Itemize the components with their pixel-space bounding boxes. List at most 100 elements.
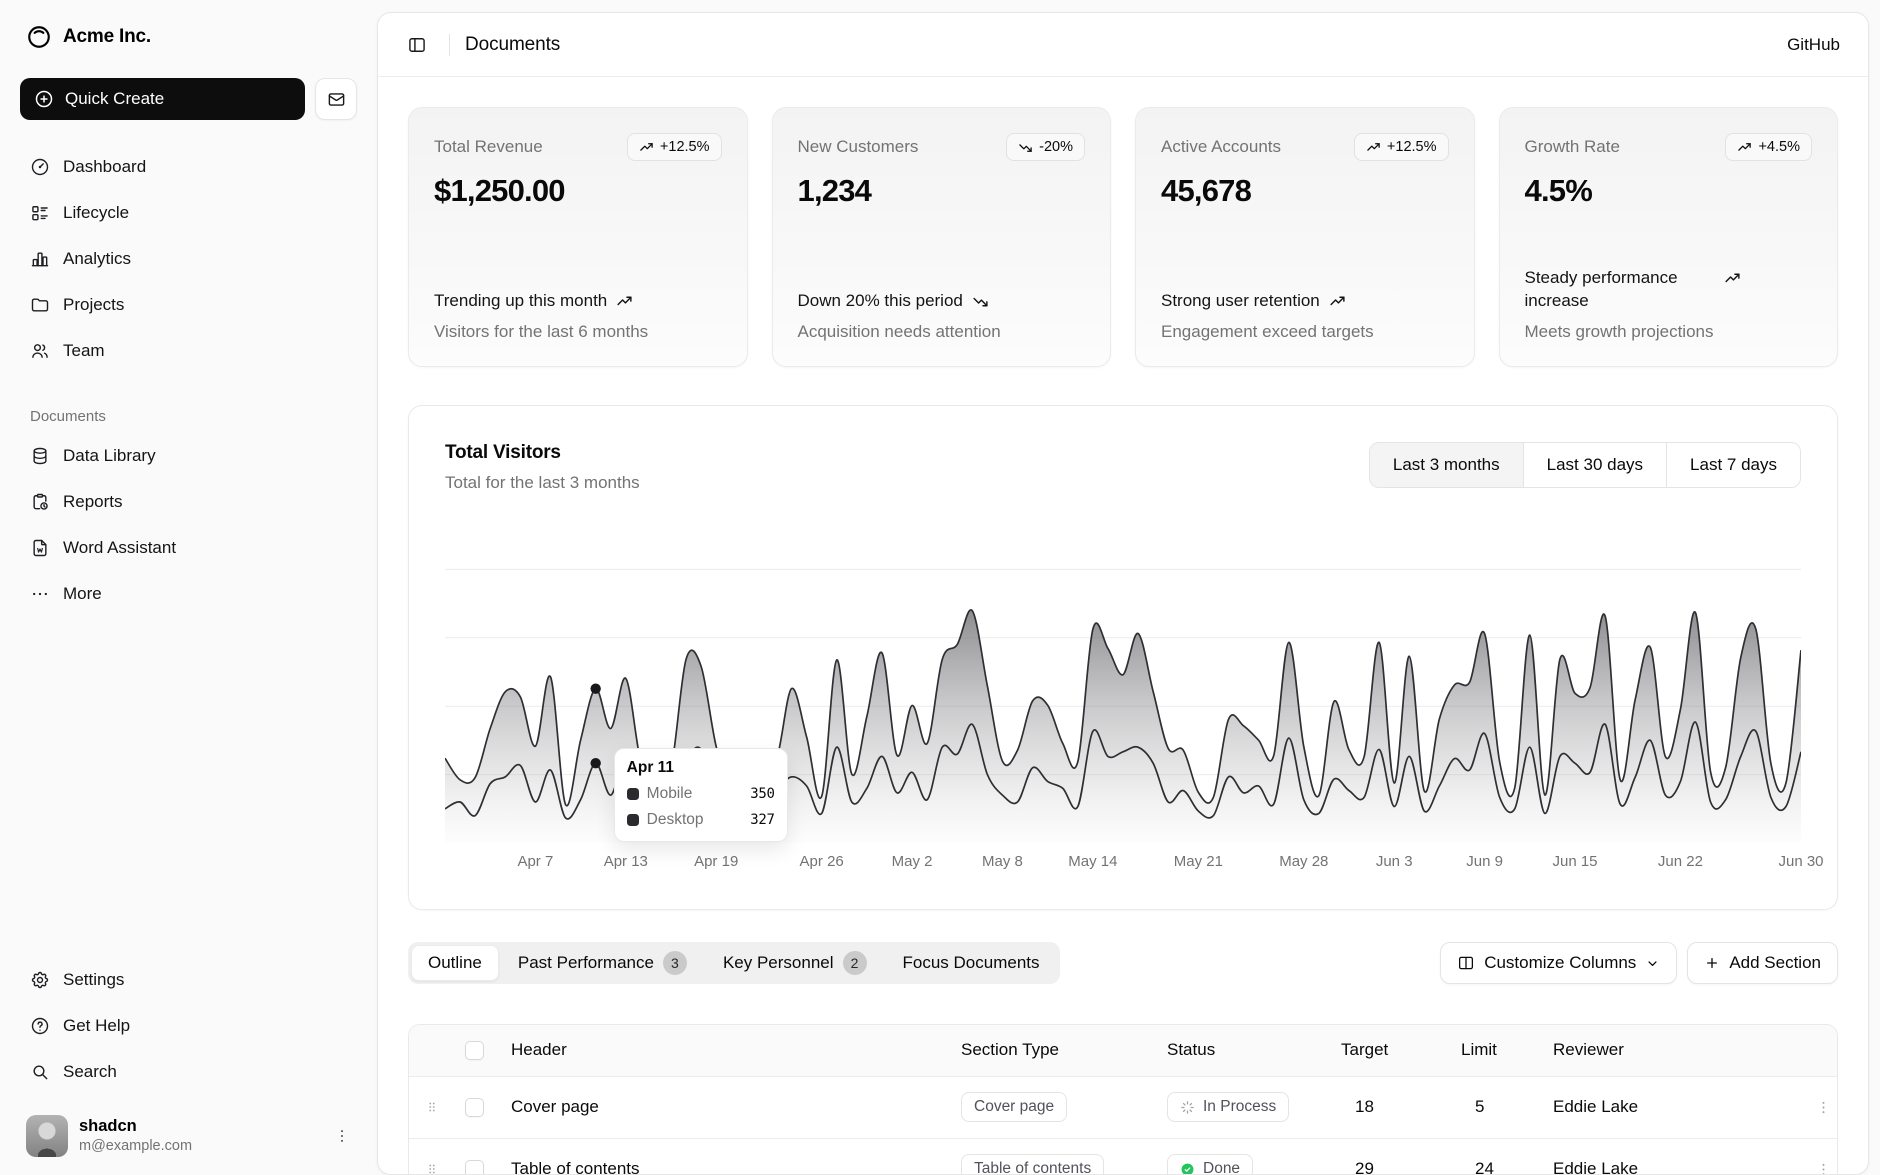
status-label: Done <box>1203 1160 1240 1174</box>
range-last-7-days[interactable]: Last 7 days <box>1667 443 1800 487</box>
sidebar-item-search[interactable]: Search <box>20 1049 357 1095</box>
reviewer-value[interactable]: Eddie Lake <box>1553 1159 1638 1174</box>
stat-cards: Total Revenue +12.5% $1,250.00 Trending … <box>408 107 1838 367</box>
x-tick-label: Apr 26 <box>800 853 844 870</box>
stat-footer-title: Trending up this month <box>434 290 607 313</box>
range-last-30-days[interactable]: Last 30 days <box>1524 443 1667 487</box>
section-type-badge: Table of contents <box>961 1154 1104 1174</box>
dashboard-icon <box>30 157 50 177</box>
select-row-checkbox[interactable] <box>465 1098 484 1117</box>
tab-focus-documents[interactable]: Focus Documents <box>886 945 1057 981</box>
sidebar-item-label: More <box>63 584 102 604</box>
select-all-checkbox[interactable] <box>465 1041 484 1060</box>
sidebar-item-get-help[interactable]: Get Help <box>20 1003 357 1049</box>
stat-card-new-customers: New Customers -20% 1,234 Down 20% this p… <box>772 107 1112 367</box>
tab-count-badge: 3 <box>663 951 687 975</box>
gear-icon <box>30 970 50 990</box>
github-link[interactable]: GitHub <box>1787 35 1840 55</box>
series-label: Mobile <box>647 785 693 803</box>
customize-columns-button[interactable]: Customize Columns <box>1440 942 1677 984</box>
toolbar-actions: Customize Columns Add Section <box>1440 942 1838 984</box>
chart-heading: Total Visitors Total for the last 3 mont… <box>445 442 640 493</box>
report-icon <box>30 492 50 512</box>
sidebar-item-more[interactable]: More <box>20 571 357 617</box>
tab-outline[interactable]: Outline <box>411 945 499 981</box>
target-value[interactable]: 18 <box>1355 1097 1374 1116</box>
x-tick-label: Jun 30 <box>1778 853 1823 870</box>
tab-count-badge: 2 <box>843 951 867 975</box>
sidebar-documents-nav: Data Library Reports Word Assistant More <box>20 433 357 617</box>
grip-vertical-icon <box>425 1161 439 1174</box>
trending-up-icon <box>616 293 633 310</box>
trending-up-icon <box>1737 140 1752 155</box>
table-header-row: Header Section Type Status Target Limit … <box>409 1025 1838 1076</box>
user-name: shadcn <box>79 1118 192 1135</box>
row-menu-button[interactable] <box>1811 1095 1836 1120</box>
limit-value[interactable]: 24 <box>1475 1159 1494 1174</box>
x-tick-label: Jun 15 <box>1552 853 1597 870</box>
stat-label: Growth Rate <box>1525 133 1620 157</box>
stat-value: $1,250.00 <box>434 173 722 209</box>
actions-column-header <box>1799 1025 1838 1076</box>
sidebar-item-label: Lifecycle <box>63 203 129 223</box>
sidebar-item-team[interactable]: Team <box>20 328 357 374</box>
sidebar: Acme Inc. Quick Create Dashboard Lifecyc… <box>0 0 377 1175</box>
tooltip-row-mobile: Mobile 350 <box>627 785 775 803</box>
quick-create-button[interactable]: Quick Create <box>20 78 305 120</box>
range-last-3-months[interactable]: Last 3 months <box>1370 443 1524 487</box>
user-menu[interactable]: shadcn m@example.com <box>20 1109 357 1161</box>
stat-value: 4.5% <box>1525 173 1813 209</box>
series-value: 327 <box>750 812 774 828</box>
sidebar-item-settings[interactable]: Settings <box>20 957 357 1003</box>
sidebar-item-label: Reports <box>63 492 123 512</box>
row-header-link[interactable]: Cover page <box>511 1097 599 1116</box>
status-badge: In Process <box>1167 1092 1289 1122</box>
circle-check-icon <box>1180 1162 1195 1175</box>
tab-past-performance[interactable]: Past Performance 3 <box>501 945 704 981</box>
sidebar-item-label: Word Assistant <box>63 538 176 558</box>
stat-card-total-revenue: Total Revenue +12.5% $1,250.00 Trending … <box>408 107 748 367</box>
sidebar-item-lifecycle[interactable]: Lifecycle <box>20 190 357 236</box>
sidebar-item-reports[interactable]: Reports <box>20 479 357 525</box>
main-panel: Documents GitHub Total Revenue +12.5% $1… <box>377 12 1869 1175</box>
dots-icon <box>30 584 50 604</box>
sidebar-documents-group: Documents Data Library Reports Word Assi… <box>20 374 357 617</box>
drag-handle[interactable] <box>421 1157 443 1174</box>
sidebar-item-projects[interactable]: Projects <box>20 282 357 328</box>
sidebar-toggle-button[interactable] <box>400 28 434 62</box>
column-header: Header <box>499 1025 949 1076</box>
sidebar-item-data-library[interactable]: Data Library <box>20 433 357 479</box>
stat-footer-sub: Acquisition needs attention <box>798 322 1086 342</box>
file-word-icon <box>30 538 50 558</box>
row-header-link[interactable]: Table of contents <box>511 1159 640 1174</box>
add-section-label: Add Section <box>1729 953 1821 973</box>
row-menu-button[interactable] <box>1811 1157 1836 1175</box>
select-row-checkbox[interactable] <box>465 1160 484 1174</box>
sidebar-item-dashboard[interactable]: Dashboard <box>20 144 357 190</box>
x-tick-label: May 14 <box>1068 853 1117 870</box>
tab-key-personnel[interactable]: Key Personnel 2 <box>706 945 884 981</box>
column-header: Status <box>1155 1025 1329 1076</box>
add-section-button[interactable]: Add Section <box>1687 942 1838 984</box>
trending-up-icon <box>1366 140 1381 155</box>
trend-badge: -20% <box>1006 133 1085 161</box>
status-badge: Done <box>1167 1154 1253 1174</box>
header-divider <box>449 34 450 56</box>
area-chart[interactable]: Apr 7Apr 13Apr 19Apr 26May 2May 8May 14M… <box>445 558 1801 875</box>
brand[interactable]: Acme Inc. <box>20 16 357 58</box>
search-icon <box>30 1062 50 1082</box>
visitors-chart-card: Total Visitors Total for the last 3 mont… <box>408 405 1838 910</box>
target-value[interactable]: 29 <box>1355 1159 1374 1174</box>
drag-handle[interactable] <box>421 1095 443 1119</box>
chart-subtitle: Total for the last 3 months <box>445 473 640 493</box>
x-tick-label: Apr 7 <box>517 853 553 870</box>
sidebar-item-analytics[interactable]: Analytics <box>20 236 357 282</box>
reviewer-value[interactable]: Eddie Lake <box>1553 1097 1638 1116</box>
quick-create-label: Quick Create <box>65 89 164 109</box>
limit-value[interactable]: 5 <box>1475 1097 1484 1116</box>
drag-column-header <box>409 1025 453 1076</box>
sidebar-item-word-assistant[interactable]: Word Assistant <box>20 525 357 571</box>
x-tick-label: Jun 3 <box>1376 853 1413 870</box>
user-email: m@example.com <box>79 1138 192 1154</box>
inbox-button[interactable] <box>315 78 357 120</box>
